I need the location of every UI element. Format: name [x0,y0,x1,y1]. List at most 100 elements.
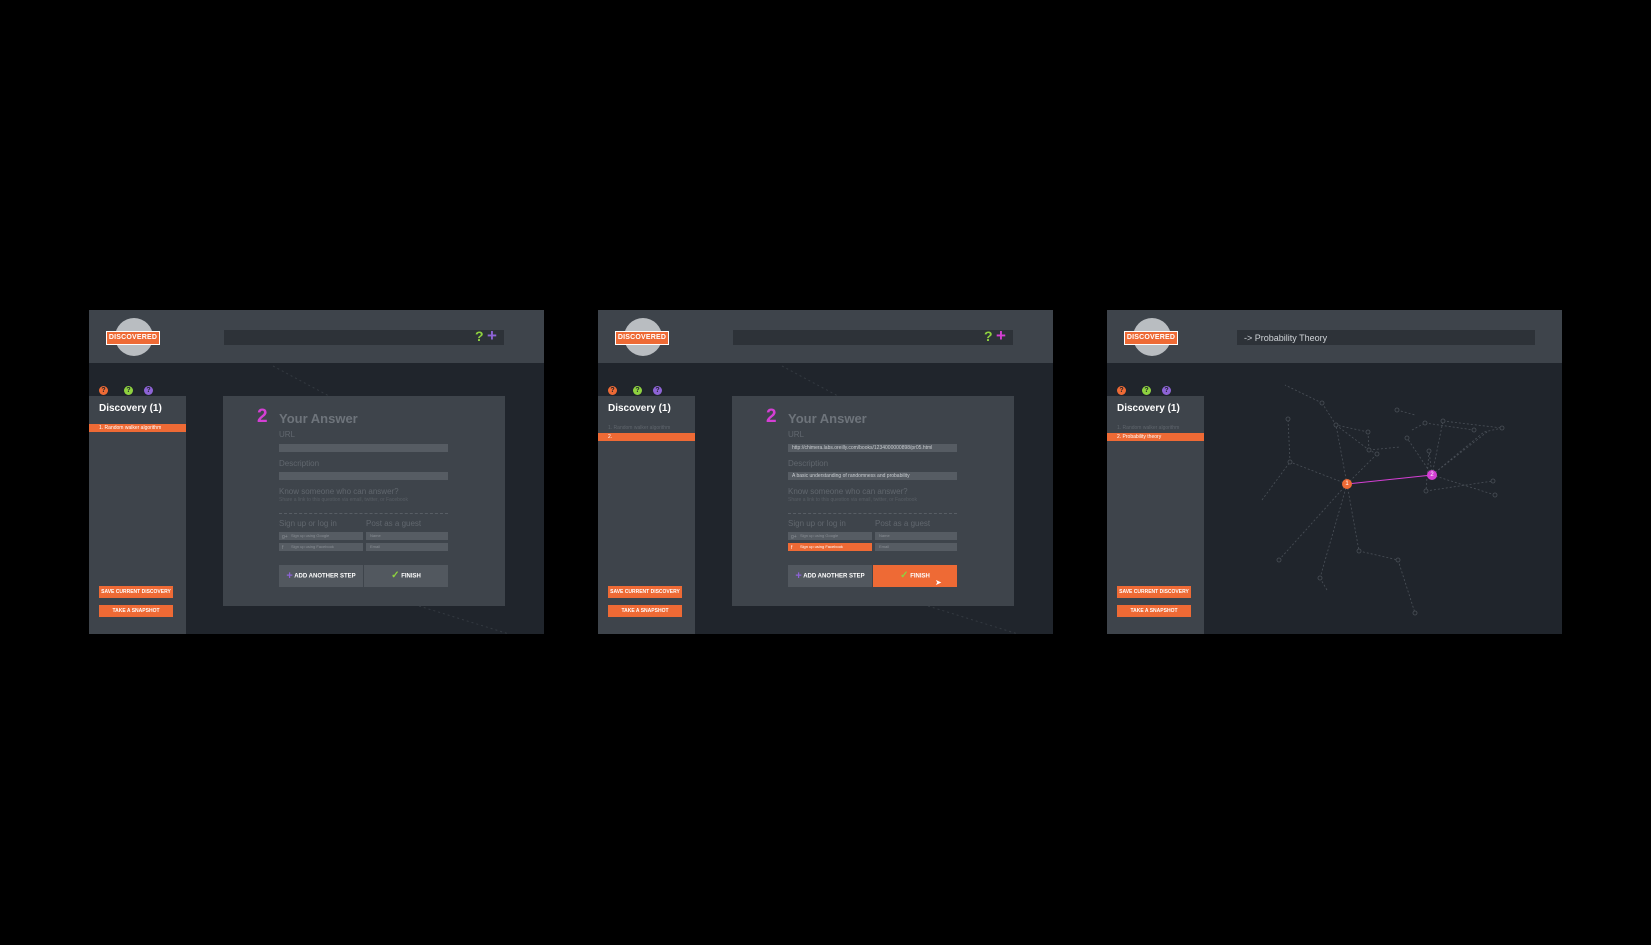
description-input[interactable]: A basic understanding of randomness and … [788,472,957,480]
screen-1: DISCOVERED ? + ? ? ? Discovery (1) 1. Ra… [89,310,544,634]
sidebar: Discovery (1) 1. Random walker algorithm… [598,396,695,634]
guest-name-input[interactable]: Name [366,532,448,540]
search-bar[interactable]: ? + [733,326,1013,345]
step-number: 2 [257,406,268,427]
search-bar[interactable]: -> Probability Theory [1237,330,1535,345]
mouse-pointer-icon: ➤ [935,578,942,587]
graph-node-1[interactable]: 1 [1342,479,1352,489]
screen-3: DISCOVERED -> Probability Theory ? ? ? D… [1107,310,1562,634]
share-hint: Share a link to this question via email,… [788,497,917,503]
guest-name-input[interactable]: Name [875,532,957,540]
signup-label: Sign up or log in [788,519,846,528]
tab-orange-help-icon[interactable]: ? [1117,386,1126,395]
graph-node-2-label: 2 [1430,472,1434,478]
facebook-signup-button[interactable]: f Sign up using Facebook [788,543,872,551]
google-signup-label: Sign up using Google [291,533,330,538]
finish-button[interactable]: ✓ FINISH [873,565,957,587]
finish-label: FINISH [401,573,421,580]
discovered-logo[interactable]: DISCOVERED [106,318,160,356]
description-label: Description [788,459,829,468]
save-discovery-button[interactable]: SAVE CURRENT DISCOVERY [1117,586,1191,598]
facebook-signup-label: Sign up using Facebook [291,544,334,549]
question-mark-icon[interactable]: ? [984,328,993,344]
plus-icon[interactable]: + [487,326,497,346]
plus-icon: + [286,570,293,582]
sidebar: Discovery (1) 1. Random walker algorithm… [89,396,186,634]
sidebar-tabs: ? ? ? [89,384,186,396]
logo-text: DISCOVERED [615,331,669,345]
save-discovery-button[interactable]: SAVE CURRENT DISCOVERY [99,586,173,598]
sidebar-tabs: ? ? ? [598,384,695,396]
step-number: 2 [766,406,777,427]
take-snapshot-button[interactable]: TAKE A SNAPSHOT [99,605,173,617]
discovered-logo[interactable]: DISCOVERED [615,318,669,356]
facebook-icon: f [791,545,793,551]
signup-label: Sign up or log in [279,519,337,528]
sidebar: Discovery (1) 1. Random walker algorithm… [1107,396,1204,634]
plus-icon: + [795,570,802,582]
check-icon: ✓ [391,570,400,581]
description-label: Description [279,459,320,468]
sidebar-item-step-1[interactable]: 1. Random walker algorithm [1107,424,1204,432]
facebook-signup-label: Sign up using Facebook [800,544,843,549]
tab-purple-help-icon[interactable]: ? [653,386,662,395]
finish-button[interactable]: ✓ FINISH [364,565,448,587]
add-step-label: ADD ANOTHER STEP [803,573,865,580]
tab-purple-help-icon[interactable]: ? [1162,386,1171,395]
tab-green-help-icon[interactable]: ? [124,386,133,395]
take-snapshot-button[interactable]: TAKE A SNAPSHOT [608,605,682,617]
tab-orange-help-icon[interactable]: ? [99,386,108,395]
tab-orange-help-icon[interactable]: ? [608,386,617,395]
know-someone-label: Know someone who can answer? [279,487,399,496]
logo-text: DISCOVERED [1124,331,1178,345]
google-signup-button[interactable]: g+ Sign up using Google [788,532,872,540]
facebook-icon: f [282,545,284,551]
add-another-step-button[interactable]: + ADD ANOTHER STEP [788,565,872,587]
question-mark-icon[interactable]: ? [475,328,484,344]
save-discovery-button[interactable]: SAVE CURRENT DISCOVERY [608,586,682,598]
logo-text: DISCOVERED [106,331,160,345]
know-someone-label: Know someone who can answer? [788,487,908,496]
url-label: URL [788,430,805,439]
divider [788,513,957,514]
guest-email-input[interactable]: Email [366,543,448,551]
add-step-label: ADD ANOTHER STEP [294,573,356,580]
take-snapshot-button[interactable]: TAKE A SNAPSHOT [1117,605,1191,617]
sidebar-item-step-1[interactable]: 1. Random walker algorithm [598,424,695,432]
discovered-logo[interactable]: DISCOVERED [1124,318,1178,356]
google-icon: g+ [282,534,288,540]
tab-green-help-icon[interactable]: ? [1142,386,1151,395]
tab-green-help-icon[interactable]: ? [633,386,642,395]
sidebar-item-step-2[interactable]: 2. [598,433,695,441]
top-bar: DISCOVERED ? + [89,310,544,363]
sidebar-item-step-1[interactable]: 1. Random walker algorithm [89,424,186,432]
google-signup-button[interactable]: g+ Sign up using Google [279,532,363,540]
answer-title: Your Answer [788,411,867,426]
discovery-title: Discovery (1) [608,403,671,414]
google-signup-label: Sign up using Google [800,533,839,538]
breadcrumb: -> Probability Theory [1244,333,1328,343]
url-input[interactable]: http://chimera.labs.oreilly.com/books/12… [788,444,957,452]
answer-title: Your Answer [279,411,358,426]
description-input[interactable] [279,472,448,480]
facebook-signup-button[interactable]: f Sign up using Facebook [279,543,363,551]
guest-label: Post as a guest [875,519,931,528]
guest-label: Post as a guest [366,519,422,528]
discovery-title: Discovery (1) [1117,403,1180,414]
guest-email-input[interactable]: Email [875,543,957,551]
graph-node-2[interactable]: 2 [1427,470,1437,480]
top-bar: DISCOVERED -> Probability Theory [1107,310,1562,363]
check-icon: ✓ [900,570,909,581]
screen-2: DISCOVERED ? + ? ? ? Discovery (1) 1. Ra… [598,310,1053,634]
search-bar[interactable]: ? + [224,326,504,345]
discovery-title: Discovery (1) [99,403,162,414]
sidebar-item-step-2[interactable]: 2. Probability theory [1107,433,1204,441]
add-another-step-button[interactable]: + ADD ANOTHER STEP [279,565,363,587]
sidebar-tabs: ? ? ? [1107,384,1204,396]
tab-purple-help-icon[interactable]: ? [144,386,153,395]
url-input[interactable] [279,444,448,452]
plus-icon[interactable]: + [996,326,1006,346]
google-icon: g+ [791,534,797,540]
graph-node-1-label: 1 [1345,481,1349,487]
finish-label: FINISH [910,573,930,580]
